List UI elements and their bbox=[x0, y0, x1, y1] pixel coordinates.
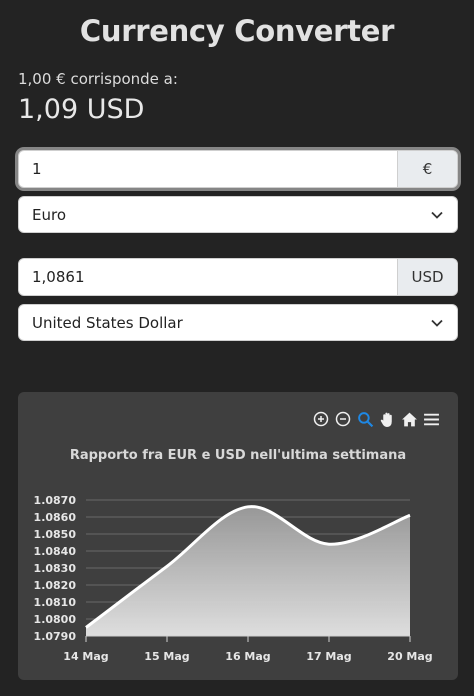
to-amount-input[interactable] bbox=[19, 259, 397, 295]
x-tick-label: 15 Mag bbox=[144, 650, 189, 663]
y-tick-label: 1.0850 bbox=[34, 528, 77, 541]
y-tick-label: 1.0790 bbox=[34, 630, 77, 643]
y-tick-label: 1.0840 bbox=[34, 545, 77, 558]
chevron-down-icon bbox=[431, 211, 443, 219]
x-tick-label: 16 Mag bbox=[225, 650, 270, 663]
x-tick-label: 17 Mag bbox=[306, 650, 351, 663]
y-tick-label: 1.0820 bbox=[34, 579, 77, 592]
x-tick-label: 14 Mag bbox=[63, 650, 108, 663]
from-amount-input[interactable] bbox=[19, 151, 397, 187]
chart-card: Rapporto fra EUR e USD nell'ultima setti… bbox=[18, 392, 458, 680]
from-currency-value: Euro bbox=[32, 205, 66, 224]
from-currency-select[interactable]: Euro bbox=[18, 196, 458, 233]
x-tick-label: 20 Mag bbox=[387, 650, 432, 663]
chevron-down-icon bbox=[431, 319, 443, 327]
rate-value: 1,09 USD bbox=[18, 94, 145, 125]
y-tick-label: 1.0810 bbox=[34, 596, 77, 609]
rate-label: 1,00 € corrisponde a: bbox=[18, 70, 178, 88]
to-currency-select[interactable]: United States Dollar bbox=[18, 304, 458, 341]
y-tick-label: 1.0830 bbox=[34, 562, 77, 575]
to-currency-value: United States Dollar bbox=[32, 313, 183, 332]
from-amount-group: € bbox=[18, 150, 458, 188]
y-tick-label: 1.0800 bbox=[34, 613, 77, 626]
chart-svg: 1.0790 1.0800 1.0810 1.0820 1.0830 1.0840 1.08… bbox=[34, 494, 433, 663]
y-tick-label: 1.0860 bbox=[34, 511, 77, 524]
to-currency-symbol: USD bbox=[397, 259, 457, 295]
page-title: Currency Converter bbox=[79, 14, 395, 48]
from-currency-symbol: € bbox=[397, 151, 457, 187]
y-tick-label: 1.0870 bbox=[34, 494, 77, 507]
to-amount-group: USD bbox=[18, 258, 458, 296]
series-area bbox=[86, 506, 410, 636]
